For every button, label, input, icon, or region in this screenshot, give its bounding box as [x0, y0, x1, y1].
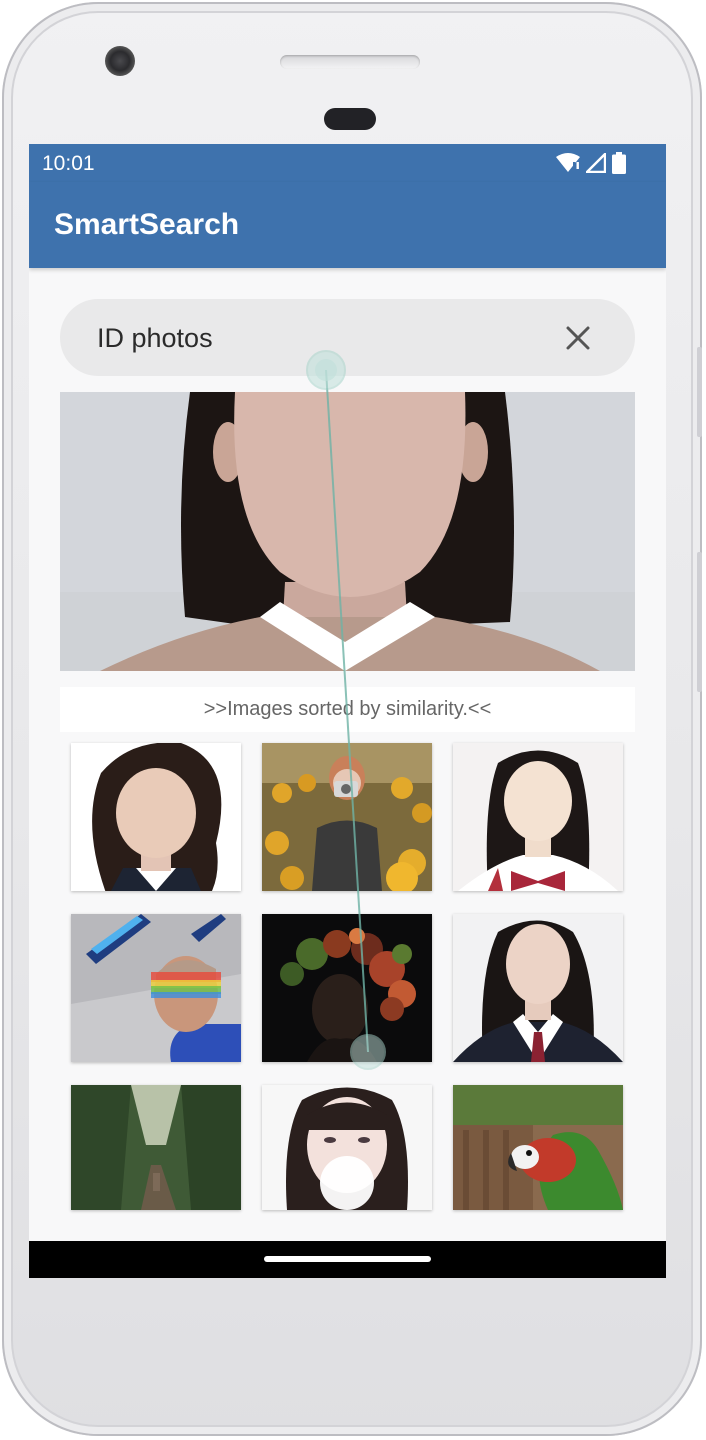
status-time: 10:01	[42, 152, 95, 175]
result-thumbnail[interactable]	[262, 914, 432, 1062]
result-thumbnail[interactable]	[453, 1085, 623, 1210]
close-icon[interactable]	[561, 321, 595, 355]
sort-label: >>Images sorted by similarity.<<	[60, 687, 635, 732]
app-bar: SmartSearch	[29, 182, 666, 268]
navigation-bar	[29, 1241, 666, 1278]
status-bar: 10:01	[29, 144, 666, 182]
status-icons	[556, 152, 626, 174]
front-camera	[105, 46, 135, 76]
app-screen: 10:01 SmartSearch ID photos >>Images sor…	[29, 144, 666, 1278]
proximity-sensor	[324, 108, 376, 130]
result-thumbnail[interactable]	[71, 1085, 241, 1210]
result-thumbnail[interactable]	[71, 743, 241, 891]
result-thumbnail[interactable]	[453, 743, 623, 891]
wifi-icon	[556, 153, 580, 172]
result-thumbnail[interactable]	[262, 1085, 432, 1210]
volume-button	[697, 347, 702, 437]
search-bar[interactable]	[60, 299, 635, 376]
query-image	[60, 392, 635, 671]
battery-icon	[612, 152, 626, 174]
search-input[interactable]	[97, 323, 517, 354]
signal-icon	[586, 153, 606, 173]
result-thumbnail[interactable]	[453, 914, 623, 1062]
app-title: SmartSearch	[54, 208, 240, 241]
home-gesture-pill[interactable]	[264, 1256, 431, 1262]
power-button	[697, 552, 702, 692]
result-thumbnail[interactable]	[262, 743, 432, 891]
earpiece-speaker	[280, 55, 420, 69]
result-thumbnail[interactable]	[71, 914, 241, 1062]
